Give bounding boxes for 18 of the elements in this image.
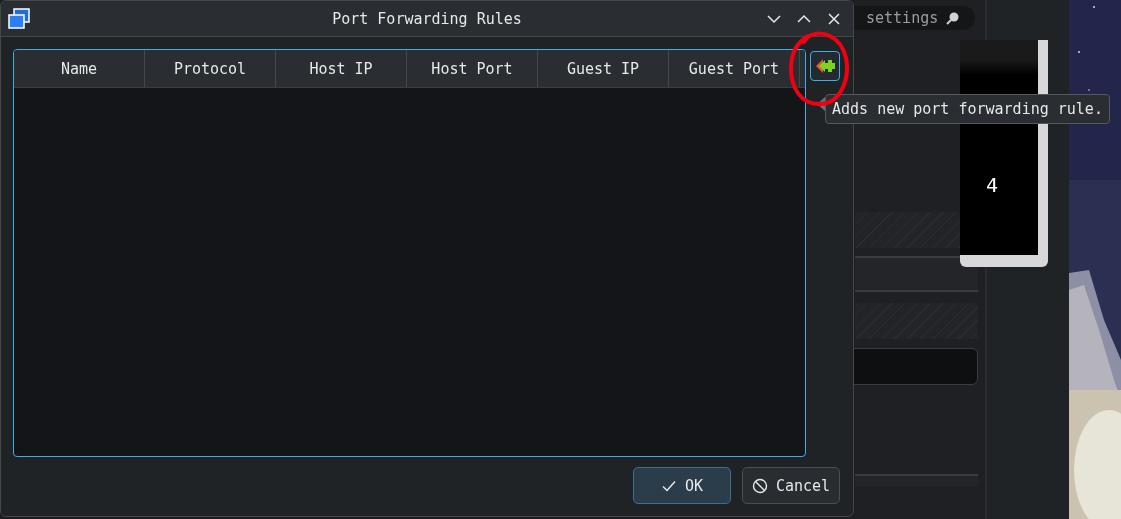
column-header[interactable]: Guest Port — [669, 50, 800, 87]
column-header[interactable]: Host IP — [276, 50, 407, 87]
window-title: Port Forwarding Rules — [332, 9, 522, 28]
windows-icon — [7, 6, 31, 31]
column-header[interactable]: Guest IP — [538, 50, 669, 87]
cancel-button[interactable]: Cancel — [742, 467, 840, 504]
tooltip: Adds new port forwarding rule. — [825, 94, 1110, 124]
ok-button[interactable]: OK — [633, 467, 731, 504]
column-header[interactable]: Protocol — [145, 50, 276, 87]
cancel-icon — [751, 477, 768, 494]
column-header[interactable]: Name — [14, 50, 145, 87]
search-icon — [946, 11, 961, 25]
close-icon — [826, 10, 842, 27]
column-header[interactable]: Host Port — [407, 50, 538, 87]
plus-arrow-icon — [815, 57, 835, 75]
add-rule-button[interactable] — [810, 51, 840, 81]
preview-text: 4 — [986, 173, 999, 197]
search-text: settings — [866, 9, 939, 27]
